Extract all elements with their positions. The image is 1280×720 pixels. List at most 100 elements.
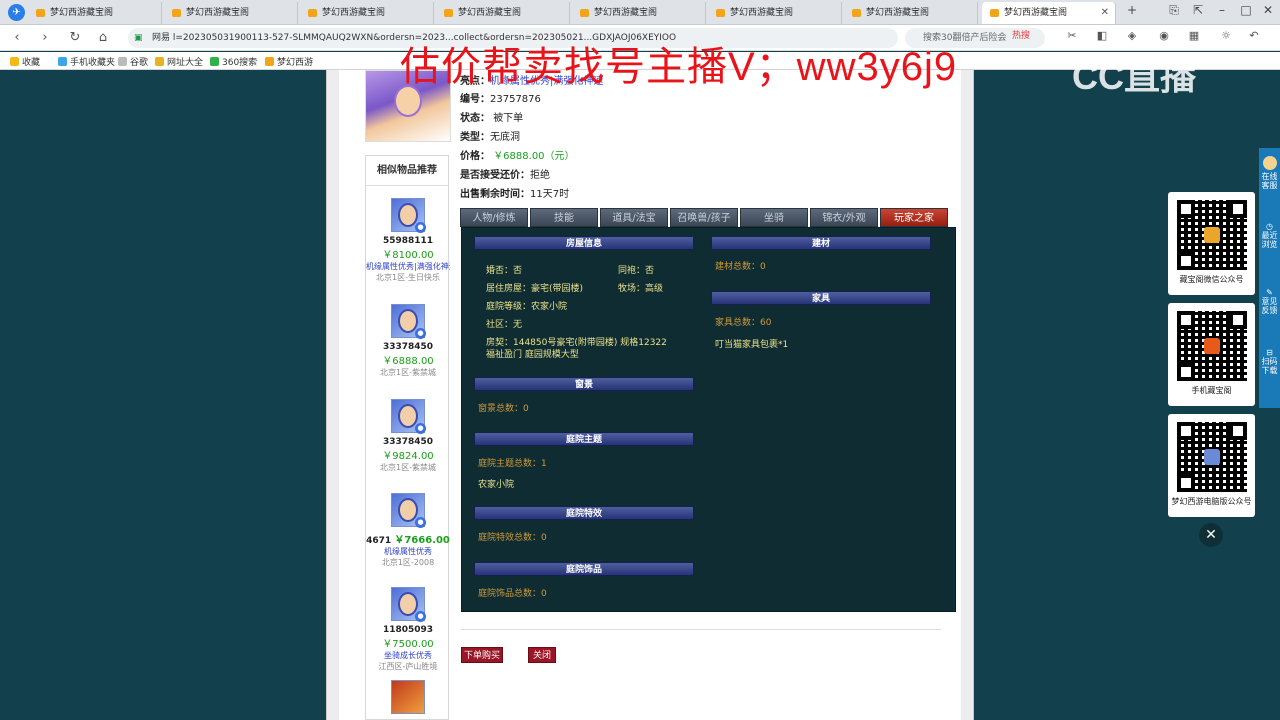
settings-icon[interactable]: ☼ xyxy=(1218,29,1234,47)
browser-tab[interactable]: 梦幻西游藏宝阁 xyxy=(300,2,434,24)
badge-icon: ● xyxy=(415,611,426,622)
similar-items-title: 相似物品推荐 xyxy=(366,156,448,186)
window-restore-icon[interactable]: ⇱ xyxy=(1188,3,1208,21)
buy-button[interactable]: 下单购买 xyxy=(461,647,503,663)
browser-tab[interactable]: 梦幻西游藏宝阁 xyxy=(572,2,706,24)
qr-card-mobile: 手机藏宝阁 xyxy=(1168,303,1255,406)
game-icon[interactable]: ◉ xyxy=(1156,29,1172,47)
similar-item[interactable]: ● 11805093 ￥7500.00 坐骑成长优秀 江西区-庐山胜境 xyxy=(366,587,450,672)
site-icon xyxy=(155,57,164,66)
type-value: 无底洞 xyxy=(490,132,520,143)
extension-icon[interactable]: ◧ xyxy=(1094,29,1110,47)
forward-icon[interactable]: › xyxy=(36,29,54,47)
similar-item-server: 北京1区-2008 xyxy=(381,558,435,567)
similar-item[interactable] xyxy=(366,680,450,714)
tab-character[interactable]: 人物/修炼 xyxy=(460,208,528,227)
qr-corner xyxy=(1176,422,1195,440)
similar-item[interactable]: ● 33378450 ￥6888.00 北京1区-紫禁城 xyxy=(366,304,450,378)
similar-item[interactable]: ● 4671 ￥7666.00 机缘属性优秀 北京1区-2008 xyxy=(366,493,450,568)
status-value: 被下单 xyxy=(493,113,524,124)
ranch-text: 牧场：高级 xyxy=(618,284,664,294)
home-icon[interactable]: ⌂ xyxy=(94,29,112,47)
similar-item[interactable]: ● 33378450 ￥9824.00 北京1区-紫禁城 xyxy=(366,399,450,473)
tab-menu-icon[interactable]: ⎘ xyxy=(1164,3,1184,21)
tab-outfits[interactable]: 锦衣/外观 xyxy=(810,208,878,227)
tab-pets[interactable]: 召唤兽/孩子 xyxy=(670,208,738,227)
hot-search-label[interactable]: 热搜 xyxy=(1012,28,1030,41)
url-prefix: 网易 xyxy=(152,33,171,43)
qr-corner xyxy=(1176,252,1195,270)
similar-item[interactable]: ● 55988111 ￥8100.00 机缘属性优秀|满强化神速 北京1区-生日… xyxy=(366,198,450,283)
tab-favicon-icon xyxy=(716,9,725,17)
type-row: 类型：无底洞 xyxy=(460,128,520,143)
maximize-icon[interactable]: □ xyxy=(1236,3,1256,21)
bookmark-item[interactable]: 谷歌 xyxy=(118,55,148,68)
browser-tab[interactable]: 梦幻西游藏宝阁 xyxy=(708,2,842,24)
browser-tab[interactable]: 梦幻西游藏宝阁 xyxy=(164,2,298,24)
price-row: 价格： ￥6888.00（元） xyxy=(460,147,575,162)
bargain-row: 是否接受还价：拒绝 xyxy=(460,166,550,181)
edge-item-feedback[interactable]: ✎ 意见反馈 xyxy=(1259,288,1280,315)
browser-logo-icon[interactable]: ✈ xyxy=(8,4,25,21)
tab-favicon-icon xyxy=(852,9,861,17)
similar-item-price: ￥9824.00 xyxy=(382,451,434,462)
similar-item-id: 33378450 xyxy=(382,342,434,352)
edge-label: 意见反馈 xyxy=(1261,297,1278,315)
browser-tab[interactable]: 梦幻西游藏宝阁 xyxy=(28,2,162,24)
tab-favicon-icon xyxy=(580,9,589,17)
tab-close-icon[interactable]: ✕ xyxy=(1101,2,1109,24)
edge-item-download[interactable]: ⊟ 扫码下载 xyxy=(1259,348,1280,375)
similar-item-price: ￥8100.00 xyxy=(382,250,434,261)
close-qr-icon[interactable]: ✕ xyxy=(1199,523,1223,547)
qr-corner xyxy=(1176,311,1195,329)
tab-label: 梦幻西游藏宝阁 xyxy=(1004,8,1068,18)
detail-tabs: 人物/修炼 技能 道具/法宝 召唤兽/孩子 坐骑 锦衣/外观 玩家之家 xyxy=(460,208,954,228)
bookmark-label: 谷歌 xyxy=(130,58,149,68)
qr-corner xyxy=(1176,200,1195,218)
minimize-icon[interactable]: – xyxy=(1212,3,1232,21)
price-label: 价格： xyxy=(460,151,490,162)
close-button[interactable]: 关闭 xyxy=(528,647,556,663)
tab-items[interactable]: 道具/法宝 xyxy=(600,208,668,227)
similar-items-panel: 相似物品推荐 ● 55988111 ￥8100.00 机缘属性优秀|满强化神速 … xyxy=(365,155,450,720)
edge-item-recent[interactable]: ◷ 最近浏览 xyxy=(1259,222,1280,249)
character-icon: ● xyxy=(391,198,426,233)
bookmark-item[interactable]: 360搜索 xyxy=(210,55,257,68)
bargain-label: 是否接受还价： xyxy=(460,170,530,181)
time-label: 出售剩余时间： xyxy=(460,189,530,200)
similar-item-server: 北京1区-紫禁城 xyxy=(380,463,436,472)
edge-item-service[interactable]: 在线客服 xyxy=(1259,156,1280,190)
furniture-item: 叮当猫家具包裹*1 xyxy=(715,340,789,350)
browser-tab[interactable]: 梦幻西游藏宝阁 xyxy=(436,2,570,24)
undo-icon[interactable]: ↶ xyxy=(1246,29,1262,47)
yard-theme-count: 庭院主题总数：1 xyxy=(478,459,547,469)
edit-icon: ✎ xyxy=(1266,288,1273,297)
bookmark-item[interactable]: 手机收藏夹 xyxy=(58,55,115,68)
window-close-icon[interactable]: ✕ xyxy=(1258,3,1278,21)
tab-skills[interactable]: 技能 xyxy=(530,208,598,227)
search-engine-icon xyxy=(210,57,219,66)
yard-deco-header: 庭院饰品 xyxy=(474,562,694,576)
bookmark-item[interactable]: 收藏 xyxy=(10,55,40,68)
status-label: 状态： xyxy=(460,113,490,124)
married-text: 婚否：否 xyxy=(486,266,523,276)
bookmark-item[interactable]: 网址大全 xyxy=(155,55,203,68)
apps-icon[interactable]: ▦ xyxy=(1186,29,1202,47)
time-value: 11天7时 xyxy=(530,189,570,200)
bookmark-item[interactable]: 梦幻西游 xyxy=(265,55,313,68)
back-icon[interactable]: ‹ xyxy=(8,29,26,47)
tab-label: 梦幻西游藏宝阁 xyxy=(594,8,658,18)
id-value: 23757876 xyxy=(490,94,541,105)
browser-tab[interactable]: 梦幻西游藏宝阁 xyxy=(844,2,978,24)
cc-live-logo: CC直播 xyxy=(1072,56,1196,97)
new-tab-icon[interactable]: + xyxy=(1122,3,1142,21)
tab-player-home[interactable]: 玩家之家 xyxy=(880,208,948,227)
reload-icon[interactable]: ↻ xyxy=(66,29,84,47)
qr-card-pc: 梦幻西游电脑版公众号 xyxy=(1168,414,1255,517)
scissors-icon[interactable]: ✂ xyxy=(1064,29,1080,47)
divider xyxy=(461,629,941,630)
qr-caption: 手机藏宝阁 xyxy=(1191,386,1232,395)
browser-tab-active[interactable]: 梦幻西游藏宝阁 ✕ xyxy=(982,2,1116,24)
tab-mounts[interactable]: 坐骑 xyxy=(740,208,808,227)
shield-icon[interactable]: ◈ xyxy=(1124,29,1140,47)
